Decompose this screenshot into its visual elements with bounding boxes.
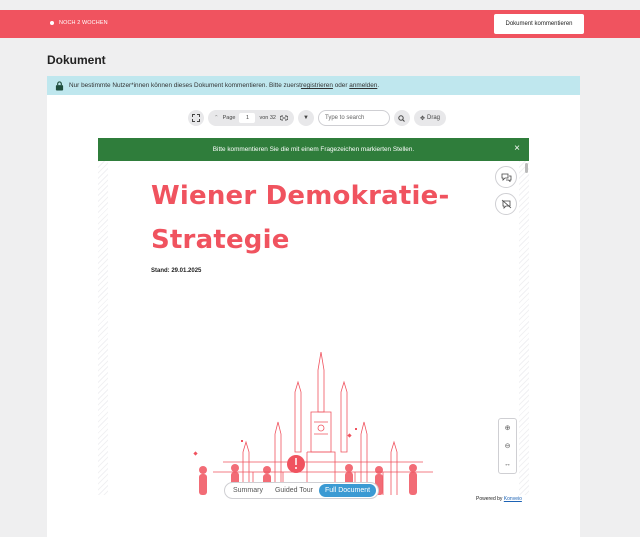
view-mode-summary[interactable]: Summary <box>227 484 269 497</box>
zoom-out-icon[interactable]: ⊖ <box>505 442 511 450</box>
register-link[interactable]: registrieren <box>301 82 333 89</box>
chevron-down-icon: ▼ <box>303 115 309 121</box>
search-input[interactable]: Type to search <box>317 110 390 126</box>
deadline-status: NOCH 2 WOCHEN <box>50 20 108 26</box>
view-mode-guided-tour[interactable]: Guided Tour <box>269 484 319 497</box>
move-icon: ✥ <box>419 115 426 122</box>
zoom-controls: ⊕ ⊖ ↔ <box>498 418 517 474</box>
banner-text: Bitte kommentieren Sie die mit einem Fra… <box>212 146 415 153</box>
view-mode-switcher: Summary Guided Tour Full Document <box>224 482 380 499</box>
permission-notice: Nur bestimmte Nutzer*innen können dieses… <box>47 76 580 95</box>
link-icon[interactable] <box>279 115 288 121</box>
viewer-toolbar: ⌃ Page 1 von 32 ▼ Type to search ✥ Drag <box>188 110 447 126</box>
notice-text: Nur bestimmte Nutzer*innen können dieses… <box>69 82 301 89</box>
viewer-scrollbar[interactable] <box>525 163 528 173</box>
comment-document-button[interactable]: Dokument kommentieren <box>494 14 584 34</box>
page-input[interactable]: 1 <box>239 113 256 123</box>
city-hall-illustration <box>193 352 433 495</box>
close-icon[interactable]: × <box>514 143 520 155</box>
prev-page-icon[interactable]: ⌃ <box>214 115 219 121</box>
zoom-in-icon[interactable]: ⊕ <box>505 424 511 432</box>
comment-instruction-banner: Bitte kommentieren Sie die mit einem Fra… <box>98 138 529 161</box>
page-margin-right <box>519 161 529 495</box>
next-page-button[interactable]: ▼ <box>297 110 314 126</box>
notice-end: . <box>377 82 380 89</box>
deadline-text: NOCH 2 WOCHEN <box>59 20 108 26</box>
page-navigator: ⌃ Page 1 von 32 <box>208 110 294 126</box>
page-title: Dokument <box>47 53 106 67</box>
drag-label: Drag <box>427 115 441 121</box>
page-total: von 32 <box>259 115 276 121</box>
hide-comments-icon <box>501 199 511 209</box>
document-title-line2: Strategie <box>151 225 290 255</box>
powered-by: Powered by Konveio <box>476 496 522 502</box>
konveio-link[interactable]: Konveio <box>504 496 522 502</box>
document-date: Stand: 29.01.2025 <box>151 268 202 274</box>
lock-icon <box>55 80 64 90</box>
fullscreen-icon <box>192 114 200 122</box>
fit-width-icon[interactable]: ↔ <box>504 461 511 468</box>
search-icon <box>398 114 406 122</box>
hide-comments-button[interactable] <box>495 193 517 215</box>
document-title-line1: Wiener Demokratie- <box>151 181 450 211</box>
view-mode-full-document[interactable]: Full Document <box>318 484 377 497</box>
page-label: Page <box>222 115 236 121</box>
notice-or: oder <box>332 82 350 89</box>
page-margin-left <box>98 161 108 495</box>
fullscreen-button[interactable] <box>188 110 204 126</box>
comments-icon <box>501 173 511 182</box>
drag-button[interactable]: ✥ Drag <box>413 110 447 126</box>
show-comments-button[interactable] <box>495 166 517 188</box>
status-dot-icon <box>50 21 54 25</box>
powered-prefix: Powered by <box>476 496 504 502</box>
login-link[interactable]: anmelden <box>349 82 377 89</box>
search-button[interactable] <box>393 110 410 126</box>
top-bar: NOCH 2 WOCHEN Dokument kommentieren <box>0 10 640 38</box>
